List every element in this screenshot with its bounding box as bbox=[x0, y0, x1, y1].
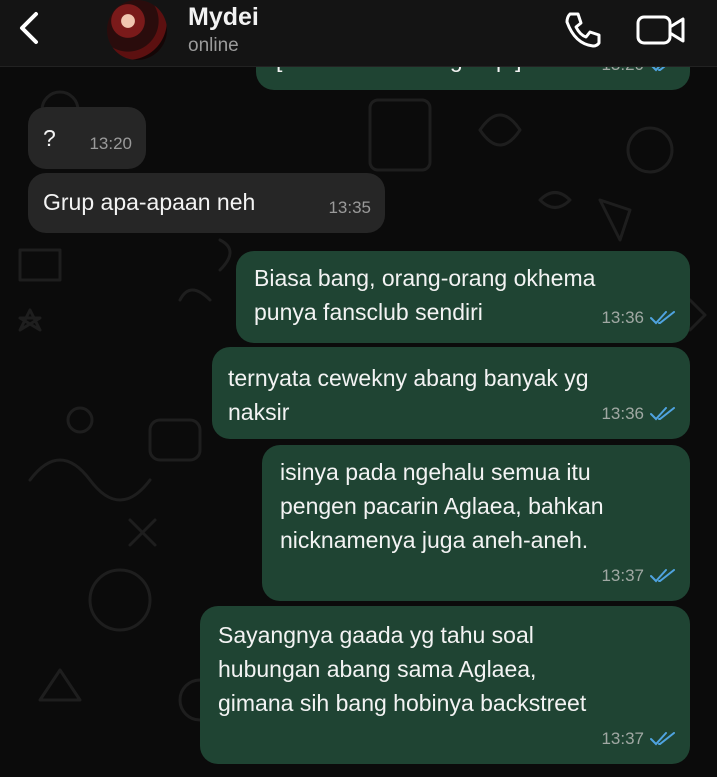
message-bubble-outgoing[interactable]: Biasa bang, orang-orang okhema punya fan… bbox=[236, 251, 690, 343]
message-text: Sayangnya gaada yg tahu soal hubungan ab… bbox=[218, 622, 587, 716]
message-time: 13:37 bbox=[601, 729, 644, 748]
message-meta: 13:35 bbox=[328, 191, 371, 225]
double-check-icon bbox=[650, 311, 675, 325]
chat-header: Mydei online bbox=[0, 0, 717, 67]
message-bubble-incoming[interactable]: Grup apa-apaan neh 13:35 bbox=[28, 173, 385, 233]
message-meta: 13:36 bbox=[601, 301, 676, 335]
video-call-icon[interactable] bbox=[635, 10, 687, 50]
phone-call-icon[interactable] bbox=[560, 8, 604, 52]
message-meta: 13:37 bbox=[601, 559, 676, 593]
message-time: 13:36 bbox=[601, 404, 644, 423]
message-text: isinya pada ngehalu semua itu pengen pac… bbox=[280, 459, 604, 553]
contact-avatar[interactable] bbox=[107, 0, 167, 60]
message-bubble-outgoing[interactable]: ternyata cewekny abang banyak yg naksir … bbox=[212, 347, 690, 439]
message-time: 13:20 bbox=[89, 134, 132, 153]
message-time: 13:37 bbox=[601, 566, 644, 585]
message-list[interactable]: [ You send a link group ] 13:20 ? 13:20 … bbox=[0, 0, 717, 777]
message-bubble-incoming[interactable]: ? 13:20 bbox=[28, 107, 146, 169]
double-check-icon bbox=[650, 569, 675, 583]
message-time: 13:35 bbox=[328, 198, 371, 217]
message-time: 13:36 bbox=[601, 308, 644, 327]
double-check-icon bbox=[650, 732, 675, 746]
contact-status: online bbox=[188, 35, 239, 56]
double-check-icon bbox=[650, 407, 675, 421]
message-meta: 13:36 bbox=[601, 397, 676, 431]
contact-name[interactable]: Mydei bbox=[188, 3, 259, 32]
message-bubble-outgoing[interactable]: Sayangnya gaada yg tahu soal hubungan ab… bbox=[200, 606, 690, 764]
message-meta: 13:20 bbox=[89, 127, 132, 161]
message-bubble-outgoing[interactable]: isinya pada ngehalu semua itu pengen pac… bbox=[262, 445, 690, 601]
back-arrow-icon[interactable] bbox=[10, 8, 50, 48]
message-meta: 13:37 bbox=[601, 722, 676, 756]
